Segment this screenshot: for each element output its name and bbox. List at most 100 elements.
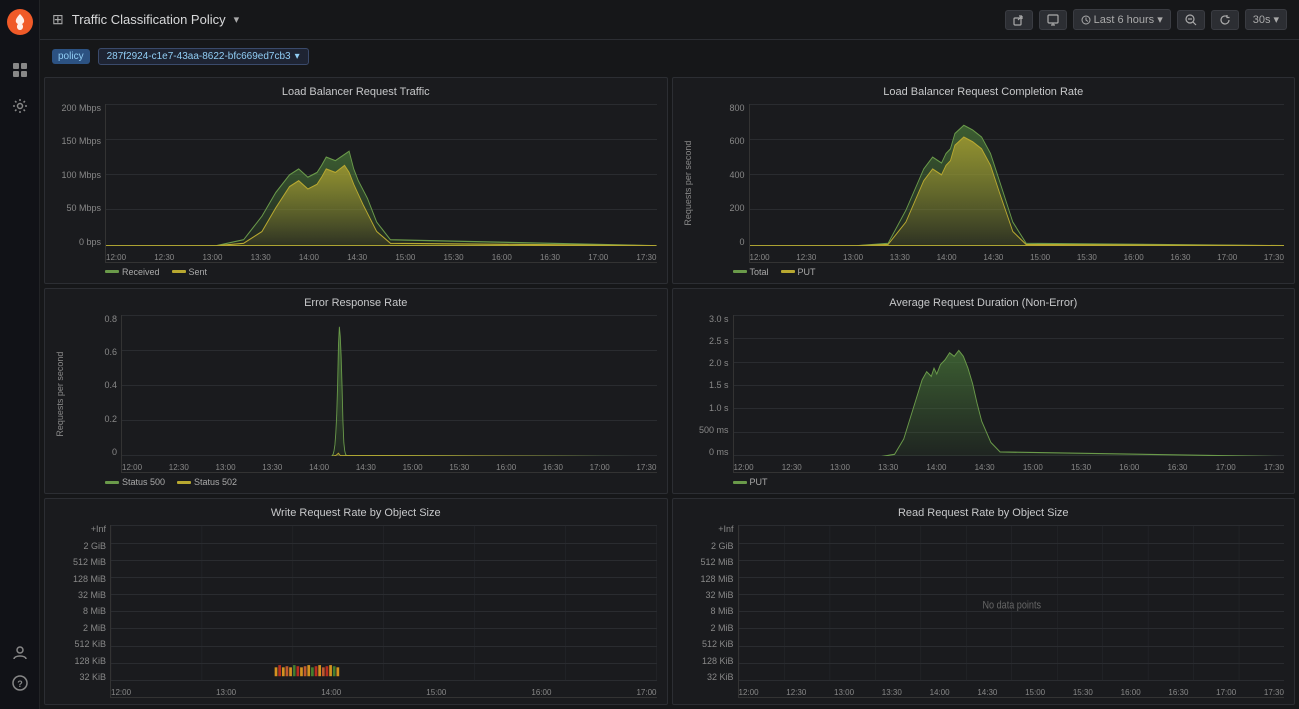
- monitor-button[interactable]: [1039, 10, 1067, 30]
- legend-color-502: [177, 481, 191, 484]
- svg-text:?: ?: [17, 679, 23, 689]
- y-label: +Inf: [55, 525, 106, 534]
- filter-bar: policy 287f2924-c1e7-43aa-8622-bfc669ed7…: [40, 40, 1299, 73]
- x-label: 15:00: [395, 253, 415, 262]
- refresh-interval-button[interactable]: 30s ▾: [1245, 9, 1287, 30]
- y-axis-title-error: Requests per second: [55, 315, 69, 474]
- x-label: 17:00: [1217, 253, 1237, 262]
- x-label: 15:00: [1025, 688, 1045, 697]
- y-label-traffic-0: 200 Mbps: [55, 104, 101, 113]
- filter-value-text: 287f2924-c1e7-43aa-8622-bfc669ed7cb3: [107, 51, 291, 62]
- app-logo[interactable]: [6, 8, 34, 36]
- x-label: 14:30: [983, 253, 1003, 262]
- x-label: 13:30: [251, 253, 271, 262]
- filter-value-dropdown[interactable]: 287f2924-c1e7-43aa-8622-bfc669ed7cb3 ▾: [98, 48, 309, 65]
- y-label: 400: [699, 171, 745, 180]
- x-label: 14:00: [930, 688, 950, 697]
- chart-area-completion: Requests per second 800 600 400 200 0: [683, 104, 1285, 263]
- y-axis-title-completion: Requests per second: [683, 104, 697, 263]
- title-dropdown-button[interactable]: ▾: [234, 13, 240, 26]
- legend-label-total: Total: [750, 267, 769, 277]
- y-label: 2.0 s: [683, 359, 729, 368]
- y-label: 2 MiB: [683, 624, 734, 633]
- x-label: 14:30: [347, 253, 367, 262]
- x-label: 13:30: [262, 463, 282, 472]
- time-range-button[interactable]: Last 6 hours ▾: [1073, 9, 1171, 30]
- zoom-out-button[interactable]: [1177, 10, 1205, 30]
- share-button[interactable]: [1005, 10, 1033, 30]
- x-label: 16:00: [496, 463, 516, 472]
- filter-value-chevron-icon: ▾: [295, 51, 300, 62]
- legend-total: Total: [733, 267, 769, 277]
- chart-title-read: Read Request Rate by Object Size: [683, 507, 1285, 519]
- load-balancer-traffic-panel: Load Balancer Request Traffic 200 Mbps 1…: [44, 77, 668, 284]
- x-label: 17:00: [590, 463, 610, 472]
- x-label: 12:00: [111, 688, 131, 697]
- legend-received: Received: [105, 267, 160, 277]
- chart-inner-duration: 12:00 12:30 13:00 13:30 14:00 14:30 15:0…: [733, 315, 1285, 474]
- x-axis-write: 12:00 13:00 14:00 15:00 16:00 17:00: [111, 686, 657, 697]
- write-request-panel: Write Request Rate by Object Size +Inf 2…: [44, 498, 668, 705]
- user-profile-icon[interactable]: [8, 641, 32, 665]
- legend-color-500: [105, 481, 119, 484]
- x-label: 17:30: [1264, 688, 1284, 697]
- chart-title-traffic: Load Balancer Request Traffic: [55, 86, 657, 98]
- y-label: 512 MiB: [683, 558, 734, 567]
- legend-put: PUT: [781, 267, 816, 277]
- chart-area-traffic: 200 Mbps 150 Mbps 100 Mbps 50 Mbps 0 bps: [55, 104, 657, 263]
- help-question-icon[interactable]: ?: [8, 671, 32, 695]
- x-label: 16:30: [1168, 688, 1188, 697]
- x-label: 17:00: [1216, 688, 1236, 697]
- y-label: 3.0 s: [683, 315, 729, 324]
- chart-svg-completion: [750, 104, 1285, 246]
- x-label: 14:00: [926, 463, 946, 472]
- chart-area-write: +Inf 2 GiB 512 MiB 128 MiB 32 MiB 8 MiB …: [55, 525, 657, 698]
- legend-color-total: [733, 270, 747, 273]
- x-label: 13:30: [890, 253, 910, 262]
- x-label: 16:00: [1119, 463, 1139, 472]
- x-label: 13:00: [216, 463, 236, 472]
- y-label: 512 KiB: [683, 640, 734, 649]
- chart-inner-traffic: 12:00 12:30 13:00 13:30 14:00 14:30 15:0…: [105, 104, 657, 263]
- page-title: Traffic Classification Policy: [72, 12, 226, 27]
- main-content: ⊞ Traffic Classification Policy ▾ Last 6…: [40, 0, 1299, 709]
- x-label: 12:30: [154, 253, 174, 262]
- legend-status502: Status 502: [177, 477, 237, 487]
- refresh-button[interactable]: [1211, 10, 1239, 30]
- legend-duration: PUT: [683, 477, 1285, 487]
- dashboard-grid: Load Balancer Request Traffic 200 Mbps 1…: [40, 73, 1299, 709]
- apps-grid-icon[interactable]: [8, 58, 32, 82]
- y-axis-traffic: 200 Mbps 150 Mbps 100 Mbps 50 Mbps 0 bps: [55, 104, 105, 263]
- x-label: 16:30: [1167, 463, 1187, 472]
- y-label: 8 MiB: [683, 607, 734, 616]
- y-axis-completion: 800 600 400 200 0: [699, 104, 749, 263]
- y-label: 128 KiB: [683, 657, 734, 666]
- y-label: 32 KiB: [55, 673, 106, 682]
- x-label: 16:30: [540, 253, 560, 262]
- x-label: 12:30: [782, 463, 802, 472]
- x-label: 15:30: [1077, 253, 1097, 262]
- sidebar: ?: [0, 0, 40, 709]
- y-label: 0: [699, 238, 745, 247]
- y-label: 2 MiB: [55, 624, 106, 633]
- y-axis-read: +Inf 2 GiB 512 MiB 128 MiB 32 MiB 8 MiB …: [683, 525, 738, 698]
- x-label: 17:30: [636, 463, 656, 472]
- chart-svg-duration: [734, 315, 1285, 457]
- refresh-interval-dropdown-icon: ▾: [1273, 13, 1279, 26]
- chart-area-duration: 3.0 s 2.5 s 2.0 s 1.5 s 1.0 s 500 ms 0 m…: [683, 315, 1285, 474]
- legend-color-sent: [172, 270, 186, 273]
- settings-gear-icon[interactable]: [8, 94, 32, 118]
- x-label: 15:00: [1030, 253, 1050, 262]
- legend-label-502: Status 502: [194, 477, 237, 487]
- x-label: 14:30: [356, 463, 376, 472]
- legend-error: Status 500 Status 502: [55, 477, 657, 487]
- y-label: 32 MiB: [55, 591, 106, 600]
- x-label: 15:30: [449, 463, 469, 472]
- y-label: +Inf: [683, 525, 734, 534]
- x-label: 12:00: [106, 253, 126, 262]
- y-label: 128 KiB: [55, 657, 106, 666]
- x-label: 14:00: [937, 253, 957, 262]
- y-label: 500 ms: [683, 426, 729, 435]
- y-label: 2.5 s: [683, 337, 729, 346]
- y-label-traffic-2: 100 Mbps: [55, 171, 101, 180]
